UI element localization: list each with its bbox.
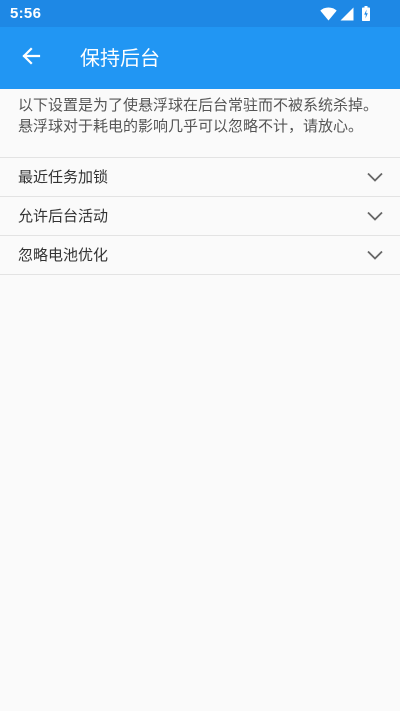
back-button[interactable]	[11, 39, 51, 77]
chevron-down-icon[interactable]	[366, 168, 384, 186]
setting-row-allow-background-activity[interactable]: 允许后台活动	[0, 197, 400, 236]
setting-row-lock-recent-tasks[interactable]: 最近任务加锁	[0, 158, 400, 197]
setting-row-ignore-battery-optimization[interactable]: 忽略电池优化	[0, 236, 400, 275]
status-bar: 5:56	[0, 0, 400, 27]
page-title: 保持后台	[80, 46, 160, 70]
arrow-left-icon	[21, 46, 41, 70]
chevron-down-icon[interactable]	[366, 246, 384, 264]
settings-content: 以下设置是为了使悬浮球在后台常驻而不被系统杀掉。悬浮球对于耗电的影响几乎可以忽略…	[0, 89, 400, 275]
app-bar: 保持后台	[0, 27, 400, 89]
setting-label: 忽略电池优化	[18, 246, 109, 264]
wifi-icon	[320, 7, 337, 21]
status-icons	[320, 5, 370, 22]
status-time: 5:56	[10, 5, 42, 22]
battery-icon	[362, 6, 370, 21]
setting-label: 最近任务加锁	[18, 168, 109, 186]
setting-label: 允许后台活动	[18, 207, 109, 225]
chevron-down-icon[interactable]	[366, 207, 384, 225]
description-text: 以下设置是为了使悬浮球在后台常驻而不被系统杀掉。悬浮球对于耗电的影响几乎可以忽略…	[0, 89, 400, 158]
cellular-signal-icon	[340, 7, 354, 21]
